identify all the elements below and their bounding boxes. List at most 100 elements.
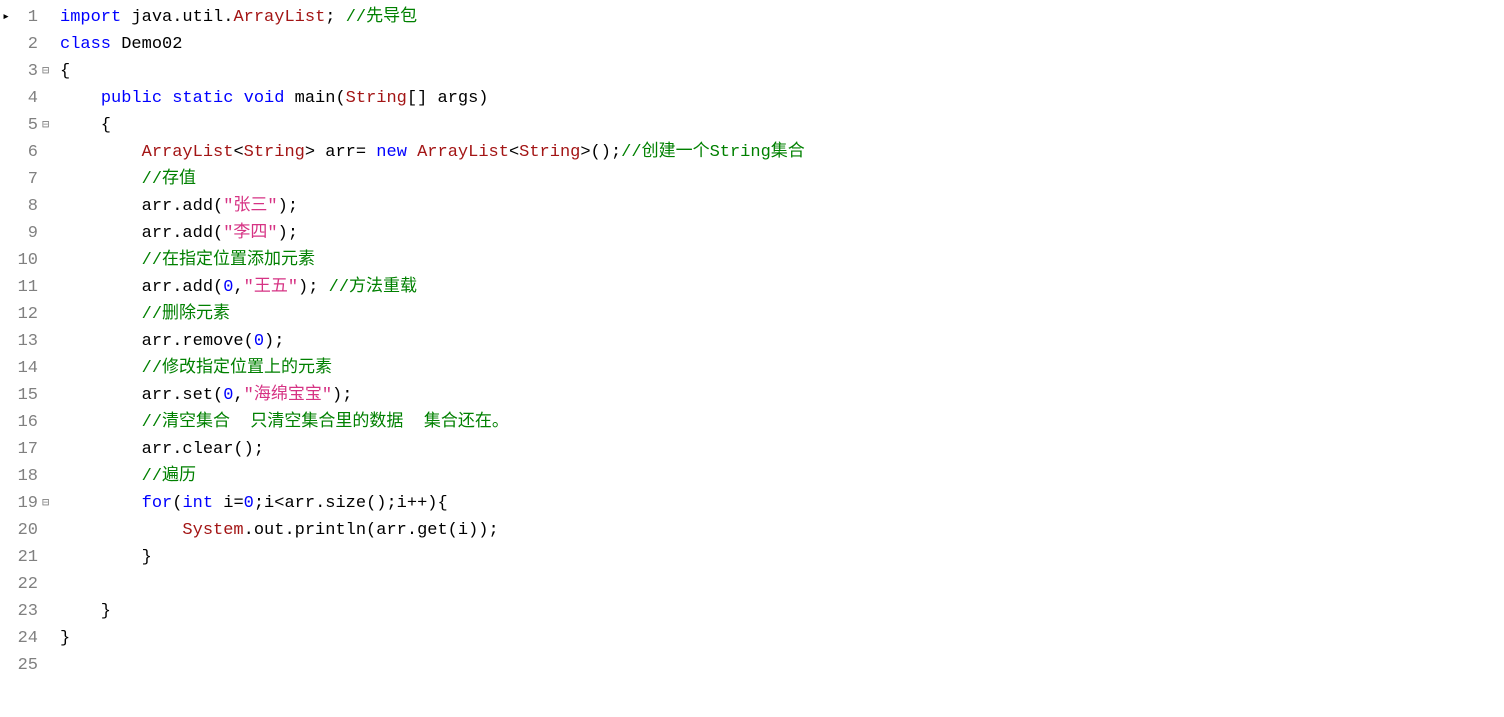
code-area[interactable]: import java.util.ArrayList; //先导包class D… xyxy=(60,4,805,679)
code-token: >(); xyxy=(580,143,621,162)
code-token: , xyxy=(233,386,243,405)
code-line[interactable]: //存值 xyxy=(60,166,805,193)
line-number: 3 xyxy=(12,58,40,85)
code-token: //清空集合 只清空集合里的数据 集合还在。 xyxy=(142,413,509,432)
gutter-row: 15 xyxy=(0,382,54,409)
code-token: "王五" xyxy=(244,278,298,297)
code-line[interactable]: } xyxy=(60,544,805,571)
code-line[interactable]: arr.set(0,"海绵宝宝"); xyxy=(60,382,805,409)
code-token xyxy=(60,521,182,540)
code-token: i= xyxy=(223,494,243,513)
code-line[interactable]: } xyxy=(60,625,805,652)
code-token: .out.println(arr.get(i)); xyxy=(244,521,499,540)
line-number: 23 xyxy=(12,598,40,625)
code-token: //在指定位置添加元素 xyxy=(142,251,315,270)
line-number: 17 xyxy=(12,436,40,463)
line-number: 19 xyxy=(12,490,40,517)
code-token: { xyxy=(60,62,70,81)
code-token: //创建一个String集合 xyxy=(621,143,805,162)
code-line[interactable]: arr.add("李四"); xyxy=(60,220,805,247)
code-token: //方法重载 xyxy=(329,278,417,297)
code-token: Demo02 xyxy=(121,35,182,54)
breakpoint-marker[interactable]: ▸ xyxy=(0,7,12,28)
code-token xyxy=(60,494,142,513)
code-token: < xyxy=(233,143,243,162)
gutter-row: 10 xyxy=(0,247,54,274)
code-line[interactable]: import java.util.ArrayList; //先导包 xyxy=(60,4,805,31)
code-token: main( xyxy=(295,89,346,108)
line-number: 15 xyxy=(12,382,40,409)
code-line[interactable]: ArrayList<String> arr= new ArrayList<Str… xyxy=(60,139,805,166)
code-token: class xyxy=(60,35,121,54)
code-line[interactable]: } xyxy=(60,598,805,625)
code-token: ); xyxy=(332,386,352,405)
line-number: 7 xyxy=(12,166,40,193)
code-token xyxy=(60,467,142,486)
code-token xyxy=(60,89,101,108)
gutter: ▸123⊟45⊟678910111213141516171819⊟2021222… xyxy=(0,4,60,679)
code-line[interactable]: arr.remove(0); xyxy=(60,328,805,355)
code-token xyxy=(60,359,142,378)
code-line[interactable] xyxy=(60,571,805,598)
code-token xyxy=(60,143,142,162)
gutter-row: 21 xyxy=(0,544,54,571)
code-line[interactable]: public static void main(String[] args) xyxy=(60,85,805,112)
code-token: 0 xyxy=(244,494,254,513)
line-number: 5 xyxy=(12,112,40,139)
gutter-row: 11 xyxy=(0,274,54,301)
code-token: } xyxy=(60,548,152,567)
code-line[interactable]: //修改指定位置上的元素 xyxy=(60,355,805,382)
code-line[interactable]: //清空集合 只清空集合里的数据 集合还在。 xyxy=(60,409,805,436)
code-line[interactable]: arr.add(0,"王五"); //方法重载 xyxy=(60,274,805,301)
code-token: String xyxy=(519,143,580,162)
code-line[interactable]: //在指定位置添加元素 xyxy=(60,247,805,274)
code-token: arr.clear(); xyxy=(60,440,264,459)
line-number: 4 xyxy=(12,85,40,112)
gutter-row: 24 xyxy=(0,625,54,652)
code-line[interactable]: arr.clear(); xyxy=(60,436,805,463)
gutter-row: 19⊟ xyxy=(0,490,54,517)
line-number: 22 xyxy=(12,571,40,598)
code-editor: ▸123⊟45⊟678910111213141516171819⊟2021222… xyxy=(0,4,1504,679)
fold-toggle-icon[interactable]: ⊟ xyxy=(40,62,54,81)
code-token: < xyxy=(509,143,519,162)
code-token: import xyxy=(60,8,131,27)
gutter-row: 25 xyxy=(0,652,54,679)
code-token: { xyxy=(60,116,111,135)
line-number: 25 xyxy=(12,652,40,679)
code-token: arr.remove( xyxy=(60,332,254,351)
code-line[interactable] xyxy=(60,652,805,679)
code-line[interactable]: class Demo02 xyxy=(60,31,805,58)
code-token: ); xyxy=(278,224,298,243)
gutter-row: 22 xyxy=(0,571,54,598)
code-line[interactable]: System.out.println(arr.get(i)); xyxy=(60,517,805,544)
fold-toggle-icon[interactable]: ⊟ xyxy=(40,494,54,513)
code-line[interactable]: for(int i=0;i<arr.size();i++){ xyxy=(60,490,805,517)
code-token: 0 xyxy=(223,278,233,297)
code-token: //修改指定位置上的元素 xyxy=(142,359,332,378)
line-number: 16 xyxy=(12,409,40,436)
code-token: int xyxy=(182,494,223,513)
line-number: 10 xyxy=(12,247,40,274)
code-line[interactable]: //遍历 xyxy=(60,463,805,490)
code-token: //删除元素 xyxy=(142,305,230,324)
gutter-row: 6 xyxy=(0,139,54,166)
code-token xyxy=(60,413,142,432)
fold-toggle-icon[interactable]: ⊟ xyxy=(40,116,54,135)
code-token: ArrayList xyxy=(233,8,325,27)
code-token: [] args) xyxy=(407,89,489,108)
code-token: ( xyxy=(172,494,182,513)
line-number: 9 xyxy=(12,220,40,247)
code-line[interactable]: { xyxy=(60,58,805,85)
line-number: 6 xyxy=(12,139,40,166)
code-token: java.util. xyxy=(131,8,233,27)
code-token: ArrayList xyxy=(417,143,509,162)
code-line[interactable]: arr.add("张三"); xyxy=(60,193,805,220)
code-token: "李四" xyxy=(223,224,277,243)
code-token xyxy=(60,170,142,189)
line-number: 14 xyxy=(12,355,40,382)
line-number: 18 xyxy=(12,463,40,490)
code-line[interactable]: { xyxy=(60,112,805,139)
code-token: > arr= xyxy=(305,143,376,162)
code-line[interactable]: //删除元素 xyxy=(60,301,805,328)
